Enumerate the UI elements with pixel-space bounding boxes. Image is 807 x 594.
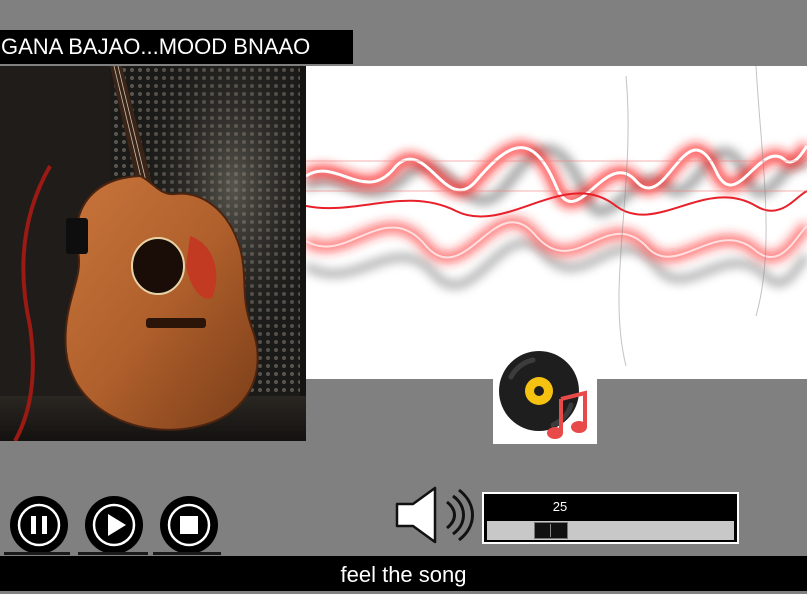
pause-button-underline (4, 552, 70, 555)
stop-icon (167, 503, 211, 547)
pause-icon (17, 503, 61, 547)
speaker-icon (393, 484, 477, 546)
volume-slider[interactable]: 25 (482, 492, 739, 544)
guitar-image (0, 66, 306, 441)
play-button-underline (78, 552, 148, 555)
pause-button[interactable] (10, 496, 68, 554)
volume-value-label: 25 (552, 499, 568, 514)
app-title: GANA BAJAO...MOOD BNAAO (0, 30, 353, 64)
volume-slider-trough[interactable] (487, 521, 734, 540)
volume-slider-thumb[interactable] (534, 522, 568, 539)
vinyl-record-icon (493, 347, 597, 444)
waveform-image (306, 66, 807, 379)
stop-button[interactable] (160, 496, 218, 554)
footer-caption: feel the song (0, 556, 807, 591)
play-icon (92, 503, 136, 547)
play-button[interactable] (85, 496, 143, 554)
stop-button-underline (153, 552, 221, 555)
